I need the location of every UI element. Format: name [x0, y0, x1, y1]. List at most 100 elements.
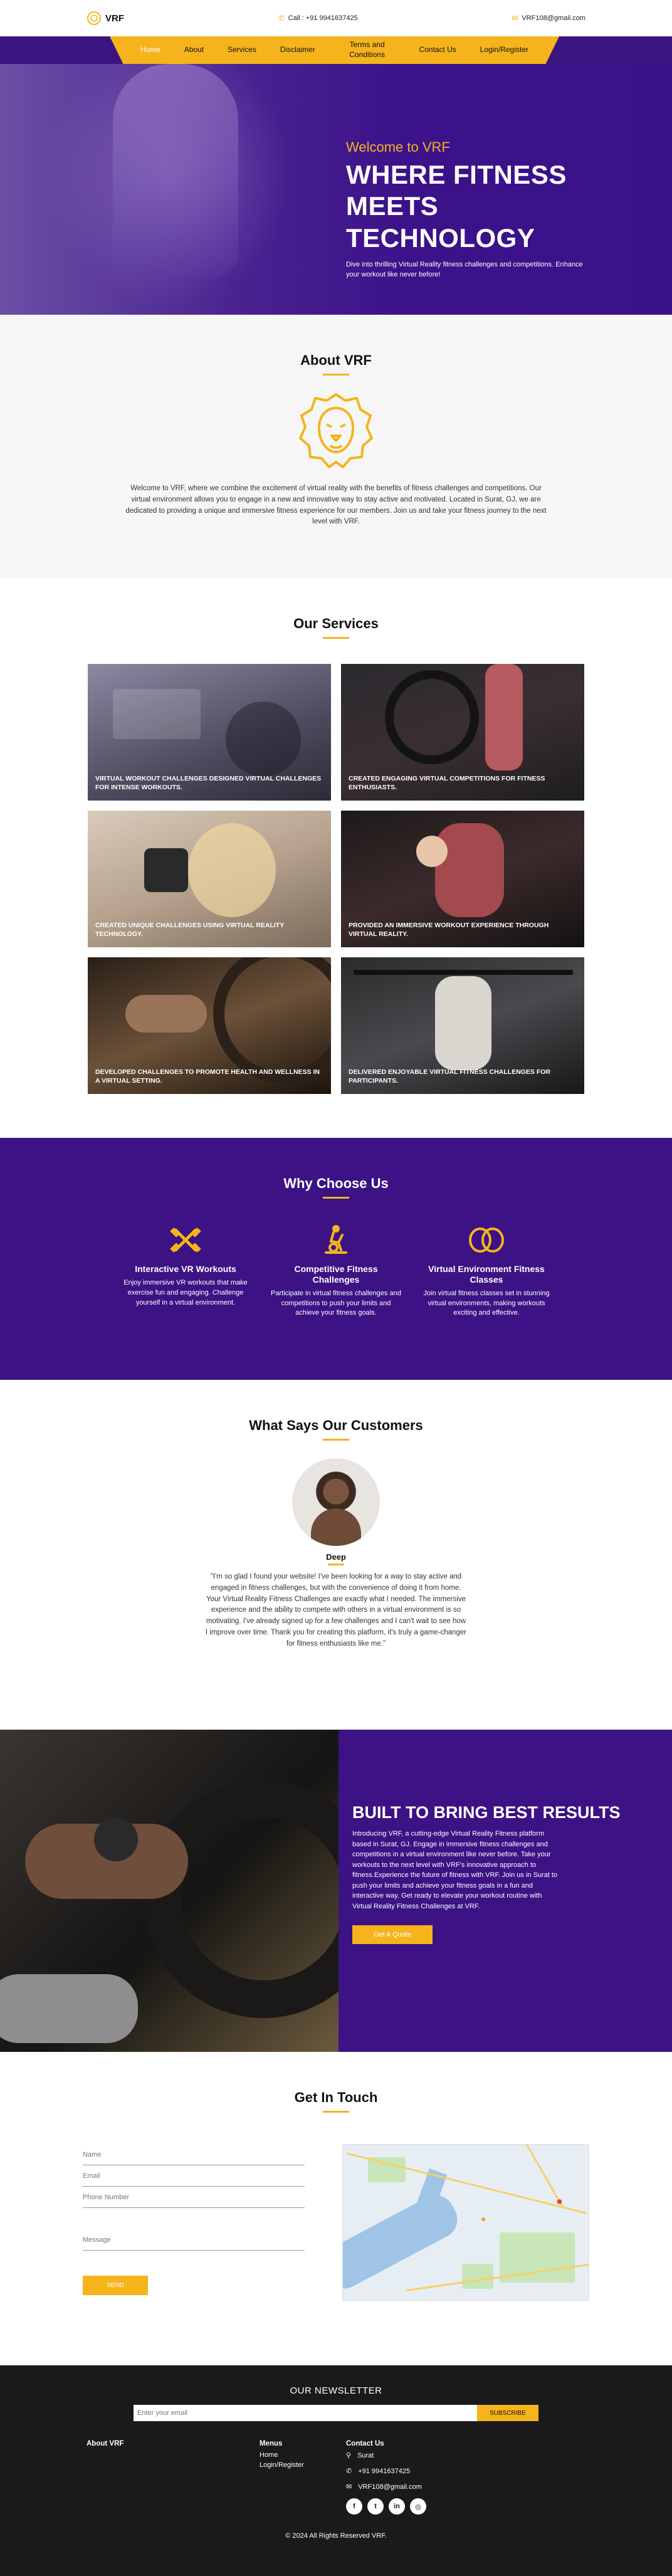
why-item-text: Enjoy immersive VR workouts that make ex…: [123, 1278, 248, 1306]
service-caption: DEVELOPED CHALLENGES TO PROMOTE HEALTH A…: [95, 1068, 320, 1085]
nav-disclaimer[interactable]: Disclaimer: [280, 45, 315, 55]
nav-contact[interactable]: Contact Us: [419, 45, 456, 55]
main-nav: Home About Services Disclaimer Terms and…: [110, 36, 559, 64]
contact-section: Get In Touch SEND ● ●: [0, 2052, 672, 2365]
mail-icon: ✉: [346, 2483, 352, 2491]
why-item-title: Virtual Environment Fitness Classes: [428, 1264, 545, 1285]
about-section: About VRF Welcome to VRF, where we combi…: [0, 315, 672, 578]
customers-title: What Says Our Customers: [249, 1417, 423, 1433]
location-map[interactable]: ● ●: [342, 2144, 589, 2301]
nav-about[interactable]: About: [184, 45, 204, 55]
stationary-bike-icon: [325, 1225, 347, 1254]
results-title: BUILT TO BRING BEST RESULTS: [352, 1803, 621, 1822]
map-pin-icon: ●: [556, 2195, 563, 2207]
footer-phone[interactable]: ✆ +91 9941637425: [346, 2467, 503, 2476]
why-item: Virtual Environment Fitness Classes Join…: [421, 1224, 552, 1318]
brand[interactable]: VRF: [87, 11, 124, 26]
service-caption: CREATED UNIQUE CHALLENGES USING VIRTUAL …: [95, 921, 285, 938]
results-section: BUILT TO BRING BEST RESULTS Introducing …: [0, 1730, 672, 2052]
service-card[interactable]: CREATED UNIQUE CHALLENGES USING VIRTUAL …: [88, 811, 331, 947]
mail-icon: ✉: [512, 14, 518, 23]
facebook-icon[interactable]: f: [346, 2498, 362, 2515]
services-section: Our Services VIRTUAL WORKOUT CHALLENGES …: [0, 578, 672, 1138]
hero-section: Welcome to VRF WHERE FITNESS MEETS TECHN…: [0, 64, 672, 315]
customer-quote: "I'm so glad I found your website! I've …: [205, 1573, 467, 1648]
hero-subtitle: Dive into thrilling Virtual Reality fitn…: [346, 261, 583, 279]
why-item: Interactive VR Workouts Enjoy immersive …: [120, 1224, 251, 1318]
why-item: Competitive Fitness Challenges Participa…: [270, 1224, 402, 1318]
footer: OUR NEWSLETTER SUBSCRIBE About VRF Menus…: [0, 2365, 672, 2576]
service-card[interactable]: PROVIDED AN IMMERSIVE WORKOUT EXPERIENCE…: [341, 811, 584, 947]
phone-field[interactable]: [83, 2187, 305, 2208]
phone-icon: ✆: [278, 14, 285, 23]
nav-home[interactable]: Home: [140, 45, 160, 55]
title-underline: [323, 1439, 349, 1441]
brand-name: VRF: [105, 13, 124, 24]
service-caption: DELIVERED ENJOYABLE VIRTUAL FITNESS CHAL…: [349, 1068, 551, 1085]
avatar: [292, 1458, 380, 1546]
title-underline: [323, 637, 349, 639]
newsletter-email-input[interactable]: [134, 2405, 477, 2421]
copyright: © 2024 All Rights Reserved VRF.: [285, 2532, 387, 2540]
results-image: [0, 1730, 339, 2052]
contact-title: Get In Touch: [294, 2090, 378, 2105]
service-card[interactable]: DELIVERED ENJOYABLE VIRTUAL FITNESS CHAL…: [341, 957, 584, 1094]
about-title: About VRF: [300, 352, 372, 368]
hero-athlete-image: [38, 64, 301, 315]
title-underline: [328, 1564, 344, 1565]
top-email[interactable]: ✉ VRF108@gmail.com: [512, 14, 585, 23]
name-field[interactable]: [83, 2144, 305, 2165]
footer-contact-heading: Contact Us: [346, 2440, 384, 2447]
services-grid: VIRTUAL WORKOUT CHALLENGES DESIGNED VIRT…: [0, 664, 672, 1094]
lion-icon: [299, 393, 373, 468]
instagram-icon[interactable]: ◎: [410, 2498, 426, 2515]
nav-services[interactable]: Services: [228, 45, 256, 55]
title-underline: [323, 1197, 349, 1199]
footer-link-home[interactable]: Home: [260, 2451, 346, 2459]
location-pin-icon: ⚲: [346, 2452, 352, 2459]
subscribe-button[interactable]: SUBSCRIBE: [477, 2405, 538, 2421]
service-card[interactable]: VIRTUAL WORKOUT CHALLENGES DESIGNED VIRT…: [88, 664, 331, 801]
footer-email[interactable]: ✉ VRF108@gmail.com: [346, 2483, 503, 2491]
social-links: f t in ◎: [346, 2498, 503, 2515]
top-phone[interactable]: ✆ Call : +91 9941637425: [278, 14, 358, 23]
footer-city: ⚲ Surat: [346, 2451, 503, 2460]
phone-icon: ✆: [346, 2468, 352, 2475]
newsletter-form: SUBSCRIBE: [0, 2405, 672, 2421]
why-item-text: Join virtual fitness classes set in stun…: [423, 1289, 550, 1317]
title-underline: [323, 374, 349, 376]
hero-welcome: Welcome to VRF: [346, 139, 450, 155]
vr-headset-icon: [469, 1228, 504, 1253]
newsletter-title: OUR NEWSLETTER: [290, 2385, 382, 2396]
service-caption: PROVIDED AN IMMERSIVE WORKOUT EXPERIENCE…: [349, 921, 549, 938]
lion-logo-icon: [87, 11, 101, 25]
services-title: Our Services: [293, 616, 379, 631]
nav-login[interactable]: Login/Register: [480, 45, 528, 55]
why-section: Why Choose Us Interactive VR Workouts En…: [0, 1138, 672, 1380]
service-card[interactable]: CREATED ENGAGING VIRTUAL COMPETITIONS FO…: [341, 664, 584, 801]
message-field[interactable]: [83, 2229, 305, 2251]
footer-about-col: About VRF: [87, 2440, 260, 2515]
footer-phone-text: +91 9941637425: [358, 2467, 411, 2475]
service-card[interactable]: DEVELOPED CHALLENGES TO PROMOTE HEALTH A…: [88, 957, 331, 1094]
send-button[interactable]: SEND: [83, 2276, 148, 2295]
top-phone-text: Call : +91 9941637425: [288, 14, 358, 22]
footer-link-login[interactable]: Login/Register: [260, 2461, 346, 2469]
linkedin-icon[interactable]: in: [389, 2498, 405, 2515]
get-quote-button[interactable]: Get A Quote: [352, 1925, 433, 1945]
service-caption: CREATED ENGAGING VIRTUAL COMPETITIONS FO…: [349, 774, 545, 791]
email-field[interactable]: [83, 2165, 305, 2187]
footer-menus-heading: Menus: [260, 2440, 283, 2447]
why-title: Why Choose Us: [283, 1175, 389, 1191]
footer-email-text: VRF108@gmail.com: [358, 2483, 422, 2491]
top-email-text: VRF108@gmail.com: [522, 14, 585, 22]
nav-wrapper: Home About Services Disclaimer Terms and…: [0, 36, 672, 64]
twitter-icon[interactable]: t: [367, 2498, 384, 2515]
about-text: Welcome to VRF, where we combine the exc…: [125, 485, 547, 526]
customers-section: What Says Our Customers Deep "I'm so gla…: [0, 1380, 672, 1730]
nav-terms[interactable]: Terms and Conditions: [339, 40, 396, 60]
why-item-title: Competitive Fitness Challenges: [294, 1264, 378, 1285]
customer-name: Deep: [326, 1552, 346, 1562]
contact-row: SEND ● ●: [0, 2144, 672, 2301]
title-underline: [323, 2111, 349, 2113]
